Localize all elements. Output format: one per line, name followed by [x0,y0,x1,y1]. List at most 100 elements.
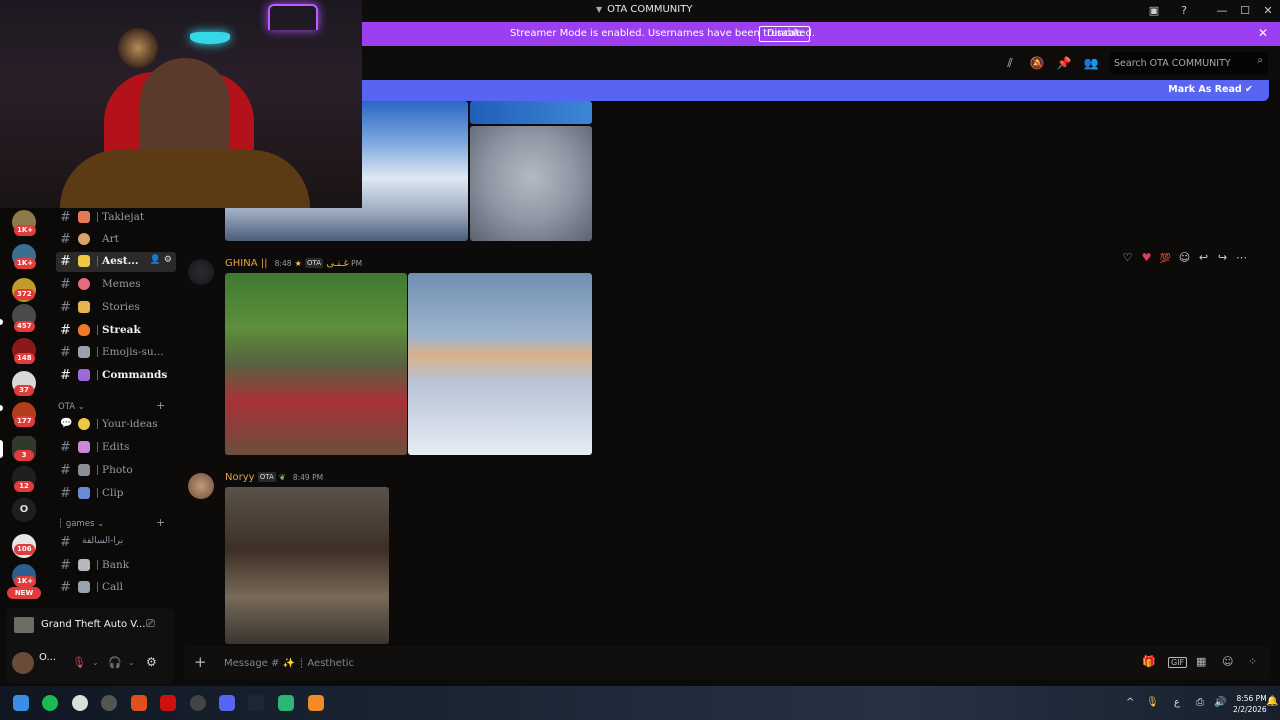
channel-bank[interactable]: # Bank [56,556,176,576]
deafened-icon[interactable]: 🎧 [108,656,122,669]
mute-notifications-icon[interactable]: 🔕 [1029,55,1045,71]
notifications-icon[interactable]: 🔔 [1266,696,1278,707]
author-avatar[interactable] [188,259,214,285]
create-channel-plus-icon[interactable]: + [156,399,165,412]
steam-icon[interactable] [248,695,264,711]
channel-memes[interactable]: # Memes [56,275,176,295]
category-games[interactable]: ┊ games ⌄ [58,519,104,529]
channel-photo[interactable]: # Photo [56,461,176,481]
channel-emojis-suggestions[interactable]: # Emojis-su... [56,343,176,363]
server-icon-letter[interactable]: O [12,498,36,522]
lamp-light [118,28,158,68]
channel-your-ideas[interactable]: 💬 Your-ideas [56,415,176,435]
gif-icon[interactable]: GIF [1168,657,1188,668]
author-name[interactable]: Noryy [225,472,255,483]
spotify-icon[interactable] [42,695,58,711]
laugh-emoji-icon [78,278,90,290]
channel-taklejat[interactable]: # Taklejat [56,208,176,228]
audio-options-chevron-icon[interactable]: ⌄ [128,658,135,667]
windows-taskbar: ^ 🎙 ع ⎙ 🔊 8:56 PM 2/2/2026 🔔 [0,686,1280,720]
microphone-tray-icon[interactable]: 🎙 [1146,697,1159,708]
search-input[interactable] [1114,55,1244,71]
network-icon[interactable]: ⎙ [1196,697,1204,708]
new-messages-bar[interactable]: Mark As Read ✔ [224,80,1269,101]
maximize-button[interactable]: ☐ [1237,3,1253,19]
channel-label: Taklejat [102,211,145,223]
mark-as-read-button[interactable]: Mark As Read ✔ [1168,84,1253,95]
sticker-icon[interactable]: ▦ [1196,655,1206,668]
react-100-icon[interactable]: 💯 [1156,254,1175,264]
channel-clip[interactable]: # Clip [56,484,176,504]
gift-icon[interactable]: 🎁 [1142,655,1156,668]
channel-call[interactable]: # Call [56,578,176,598]
channel-edits[interactable]: # Edits [56,438,176,458]
app-icon[interactable] [308,695,324,711]
channel-aesthetic[interactable]: # Aest... 👤 ⚙ [56,252,176,272]
author-avatar[interactable] [188,473,214,499]
forward-icon[interactable]: ↪ [1213,251,1232,264]
message-image-sky-top[interactable] [470,101,592,124]
inbox-icon[interactable]: ▣ [1146,3,1162,19]
webcam-overlay [0,0,362,208]
channel-label: Commands [102,369,168,381]
react-heart-red-icon[interactable]: ♥ [1137,251,1156,264]
language-indicator[interactable]: ع [1174,697,1180,708]
channel-streak[interactable]: # Streak [56,321,176,341]
channel-art[interactable]: # Art [56,230,176,250]
reply-icon[interactable]: ↩ [1194,251,1213,264]
message-image-bread[interactable] [225,487,389,644]
category-ota[interactable]: OTA ⌄ [58,402,85,412]
username[interactable]: O... [39,652,56,663]
app-icon[interactable] [278,695,294,711]
new-servers-badge[interactable]: NEW [7,587,41,599]
window-title: ▼ OTA COMMUNITY [596,4,693,15]
channel-outsider-game[interactable]: # برا-السالفة [56,533,176,553]
disable-streamer-mode-button[interactable]: Disable [759,26,811,42]
message-image-airplane-window[interactable] [408,273,592,455]
text-channel-icon: # [60,440,71,455]
upload-plus-icon[interactable]: + [194,653,207,671]
invite-icon[interactable]: 👤 [150,255,161,265]
channel-commands[interactable]: # Commands [56,366,176,386]
help-icon[interactable]: ? [1176,3,1192,19]
message-image-coffee-garden[interactable] [225,273,407,455]
discord-taskbar-icon[interactable] [219,695,235,711]
search-box[interactable]: ⌕ [1110,52,1268,74]
camera-emoji-icon [78,464,90,476]
add-reaction-icon[interactable]: ☺ [1175,251,1194,264]
apps-icon[interactable]: ⁘ [1248,655,1257,668]
message-input[interactable] [224,655,624,671]
message-header: GHINA || غـنـى OTA ★ 8:48 PM [225,258,362,269]
stream-game-icon[interactable]: ⎚ [146,617,155,631]
close-window-button[interactable]: ✕ [1260,3,1276,19]
user-settings-icon[interactable]: ⚙ [146,655,157,669]
user-panel: O... 🎙 ⌄ 🎧 ⌄ ⚙ [6,642,174,684]
palette-emoji-icon [78,233,90,245]
volume-icon[interactable]: 🔊 [1214,697,1226,708]
minimize-button[interactable]: — [1214,3,1230,19]
create-channel-plus-icon[interactable]: + [156,516,165,529]
close-banner-icon[interactable]: ✕ [1258,26,1268,40]
avatar[interactable] [12,652,34,674]
threads-icon[interactable]: ⫽ [1002,55,1018,71]
pinned-messages-icon[interactable]: 📌 [1056,55,1072,71]
message-image-clouds[interactable] [470,126,592,241]
app-icon[interactable] [160,695,176,711]
mic-options-chevron-icon[interactable]: ⌄ [92,658,99,667]
channel-stories[interactable]: # Stories [56,298,176,318]
more-options-icon[interactable]: ⋯ [1232,251,1251,264]
app-icon[interactable] [190,695,206,711]
tray-chevron-icon[interactable]: ^ [1126,697,1134,708]
mic-muted-icon[interactable]: 🎙 [72,656,86,669]
settings-app-icon[interactable] [72,695,88,711]
react-heart-white-icon[interactable]: ♡ [1118,251,1137,264]
member-list-icon[interactable]: 👥 [1083,55,1099,71]
brave-icon[interactable] [131,695,147,711]
emoji-icon[interactable]: ☺ [1222,655,1233,668]
start-icon[interactable] [13,695,29,711]
settings-icon[interactable]: ⚙ [164,255,172,265]
search-icon[interactable]: ⌕ [1257,55,1263,66]
app-icon[interactable] [101,695,117,711]
taskbar-clock[interactable]: 8:56 PM 2/2/2026 [1233,693,1267,715]
game-activity-panel[interactable]: Grand Theft Auto V... ⎚ [6,608,174,642]
